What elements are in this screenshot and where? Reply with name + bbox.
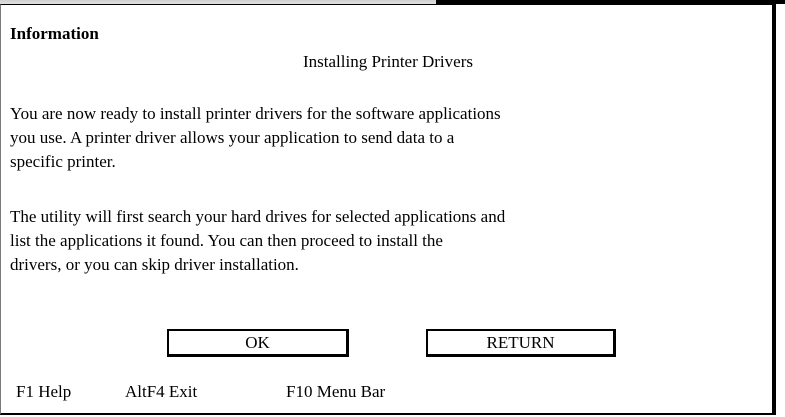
f10-menu-bar-key[interactable]: F10 Menu Bar xyxy=(286,382,385,402)
intro-paragraph: You are now ready to install printer dri… xyxy=(10,104,501,171)
f1-help-key[interactable]: F1 Help xyxy=(16,382,71,402)
altf4-exit-key[interactable]: AltF4 Exit xyxy=(125,382,197,402)
ok-button[interactable]: OK xyxy=(167,329,349,357)
return-button[interactable]: RETURN xyxy=(426,329,616,357)
search-paragraph: The utility will first search your hard … xyxy=(10,207,506,274)
dialog-title: Information xyxy=(10,24,99,43)
dialog-subtitle: Installing Printer Drivers xyxy=(303,52,473,71)
